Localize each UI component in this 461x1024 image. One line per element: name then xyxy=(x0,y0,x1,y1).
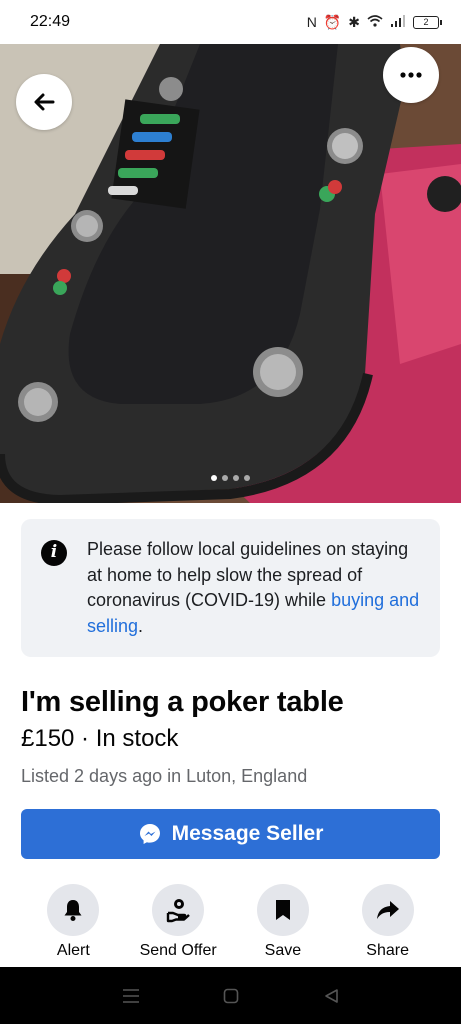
share-button[interactable]: Share xyxy=(335,884,440,960)
menu-icon[interactable] xyxy=(122,988,140,1004)
share-label: Share xyxy=(366,942,409,959)
clock: 22:49 xyxy=(30,13,71,30)
send-offer-label: Send Offer xyxy=(139,942,217,959)
messenger-icon xyxy=(139,824,160,844)
alert-button[interactable]: Alert xyxy=(21,884,126,960)
listing-title: I'm selling a poker table xyxy=(21,686,344,718)
save-circle[interactable] xyxy=(256,884,309,936)
system-nav-bar xyxy=(0,967,461,1024)
price-separator: · xyxy=(74,725,96,752)
bluetooth-icon: ✱ xyxy=(348,13,360,30)
save-button[interactable]: Save xyxy=(231,884,336,960)
covid-notice: i Please follow local guidelines on stay… xyxy=(21,519,440,657)
status-bar: 22:49 N ⏰ ✱ 2 xyxy=(0,0,461,44)
notice-end: . xyxy=(138,615,144,636)
send-offer-button[interactable]: Send Offer xyxy=(126,884,231,960)
carousel-dot xyxy=(233,475,239,481)
action-row: Alert Send Offer Save Share xyxy=(21,884,440,960)
alert-label: Alert xyxy=(56,942,90,959)
send-offer-circle[interactable] xyxy=(152,884,205,936)
carousel-indicator xyxy=(0,475,461,481)
message-seller-label: Message Seller xyxy=(171,822,324,845)
info-icon: i xyxy=(41,540,67,566)
wifi-icon xyxy=(367,14,383,30)
battery-level: 2 xyxy=(423,17,429,27)
message-seller-button[interactable]: Message Seller xyxy=(21,809,440,859)
carousel-dot xyxy=(211,475,217,481)
back-button[interactable] xyxy=(16,74,72,130)
bookmark-icon xyxy=(275,900,290,920)
status-icons: N ⏰ ✱ 2 xyxy=(306,13,442,31)
nfc-icon: N xyxy=(306,14,317,30)
stock-status: In stock xyxy=(95,725,179,752)
signal-icon xyxy=(390,14,406,30)
share-circle[interactable] xyxy=(361,884,414,936)
save-label: Save xyxy=(264,942,302,959)
more-icon xyxy=(400,72,422,78)
bell-icon xyxy=(64,900,82,921)
price-line: £150 · In stock xyxy=(21,725,178,753)
product-photo[interactable] xyxy=(0,44,461,503)
offer-icon xyxy=(166,899,190,923)
share-icon xyxy=(376,901,399,919)
carousel-dot xyxy=(222,475,228,481)
alert-circle[interactable] xyxy=(47,884,100,936)
battery-icon: 2 xyxy=(413,15,442,29)
listing-location: Listed 2 days ago in Luton, England xyxy=(21,766,308,786)
listing-price: £150 xyxy=(21,725,75,752)
alarm-icon: ⏰ xyxy=(323,13,342,30)
more-options-button[interactable] xyxy=(383,47,439,103)
back-icon[interactable] xyxy=(323,988,339,1004)
home-icon[interactable] xyxy=(223,988,239,1004)
back-arrow-icon xyxy=(34,93,55,111)
carousel-dot xyxy=(244,475,250,481)
